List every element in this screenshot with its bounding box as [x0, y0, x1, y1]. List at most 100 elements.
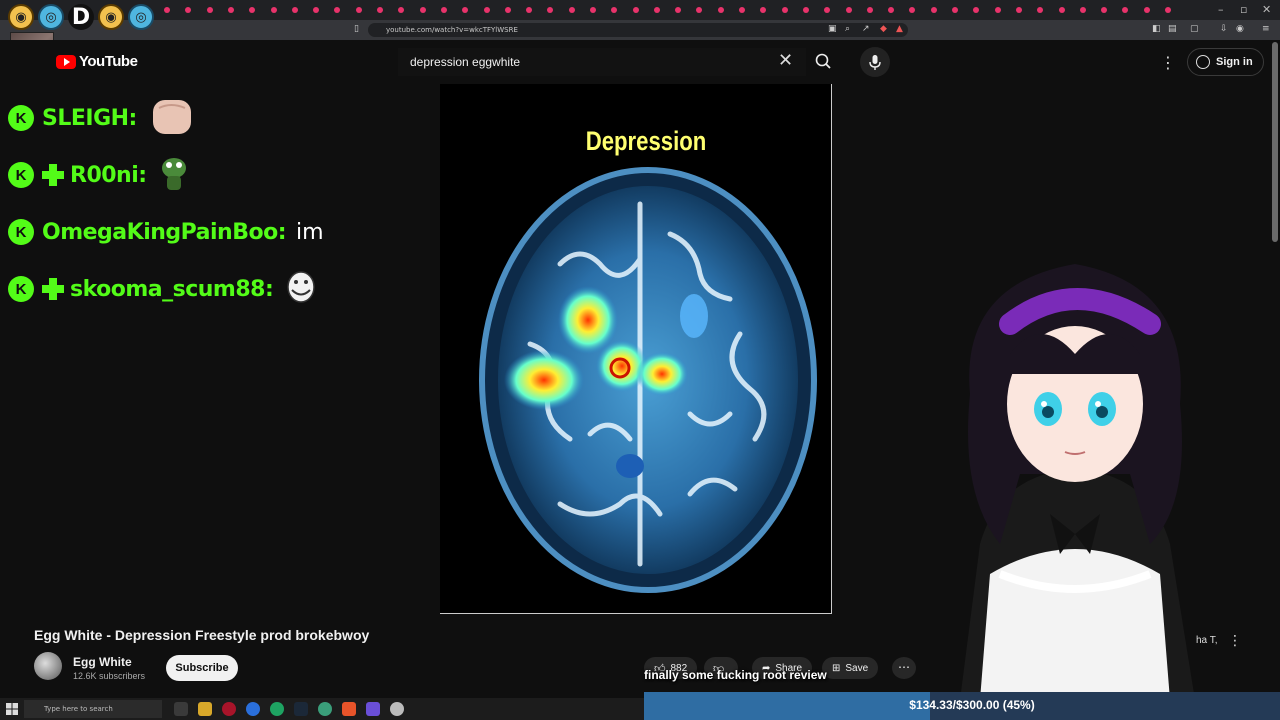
- browser-tab-icon[interactable]: [1059, 7, 1065, 13]
- more-options-icon[interactable]: ⋮: [1228, 633, 1242, 649]
- halo-emote-icon: ◎: [128, 4, 154, 30]
- dazed-emote-icon: ◉: [98, 4, 124, 30]
- browser-tab-icon[interactable]: [547, 7, 553, 13]
- browser-tab-icon[interactable]: [931, 7, 937, 13]
- browser-tab-icon[interactable]: [1101, 7, 1107, 13]
- browser-tab-icon[interactable]: [760, 7, 766, 13]
- browser-tab-icon[interactable]: [1165, 7, 1171, 13]
- search-input[interactable]: depression eggwhite: [398, 48, 806, 76]
- maximize-icon[interactable]: ▫: [1240, 3, 1247, 16]
- browser-tab-icon[interactable]: [462, 7, 468, 13]
- browser-tab-icon[interactable]: [995, 7, 1001, 13]
- browser-tab-icon[interactable]: [526, 7, 532, 13]
- extensions-icon[interactable]: ◧: [1152, 24, 1161, 34]
- browser-tab-icon[interactable]: [654, 7, 660, 13]
- browser-tab-icon[interactable]: [782, 7, 788, 13]
- browser-tab-icon[interactable]: [398, 7, 404, 13]
- obs-icon[interactable]: [318, 702, 332, 716]
- browser-tab-icon[interactable]: [675, 7, 681, 13]
- browser-tab-icon[interactable]: [952, 7, 958, 13]
- chrome-icon[interactable]: [270, 702, 284, 716]
- clear-search-icon[interactable]: ✕: [778, 52, 793, 70]
- browser-tab-icon[interactable]: [867, 7, 873, 13]
- sign-in-button[interactable]: Sign in: [1187, 48, 1264, 76]
- more-actions-button[interactable]: ⋯: [892, 657, 916, 679]
- minimize-icon[interactable]: –: [1218, 3, 1224, 16]
- browser-tab-icon[interactable]: [292, 7, 298, 13]
- youtube-play-icon: [56, 54, 76, 69]
- browser-tab-icon[interactable]: [207, 7, 213, 13]
- browser-tab-icon[interactable]: [164, 7, 170, 13]
- browser-tab-icon[interactable]: [334, 7, 340, 13]
- taskbar-search-input[interactable]: Type here to search: [24, 700, 162, 718]
- browser-tab-icon[interactable]: [313, 7, 319, 13]
- browser-tab-icon[interactable]: [484, 7, 490, 13]
- browser-toolbar: ▯ youtube.com/watch?v=wkcTFYlWSRE ▣ ⌕ ↗ …: [0, 20, 1280, 40]
- browser-tab-icon[interactable]: [420, 7, 426, 13]
- youtube-logo[interactable]: YouTube: [56, 53, 138, 70]
- more-options-icon[interactable]: ⋮: [1160, 53, 1176, 72]
- browser-tab-icon[interactable]: [824, 7, 830, 13]
- browser-tab-icon[interactable]: [803, 7, 809, 13]
- browser-tab-icon[interactable]: [271, 7, 277, 13]
- browser-tab-icon[interactable]: [590, 7, 596, 13]
- browser-tab-icon[interactable]: [505, 7, 511, 13]
- cast-icon[interactable]: ▣: [828, 24, 837, 34]
- download-icon[interactable]: ⇩: [1220, 24, 1228, 34]
- browser-tab-icon[interactable]: [569, 7, 575, 13]
- dazed-emote-icon: ◉: [8, 4, 34, 30]
- channel-name[interactable]: Egg White: [73, 655, 132, 669]
- save-button[interactable]: ⊞ Save: [822, 657, 879, 679]
- browser-tab-icon[interactable]: [633, 7, 639, 13]
- browser-tab-icon[interactable]: [249, 7, 255, 13]
- app-icon[interactable]: [390, 702, 404, 716]
- browser-tab-icon[interactable]: [1122, 7, 1128, 13]
- subscriber-badge-icon: [42, 164, 64, 186]
- close-window-icon[interactable]: ✕: [1262, 3, 1271, 16]
- browser-tab-icon[interactable]: [1080, 7, 1086, 13]
- subscribe-button[interactable]: Subscribe: [166, 655, 238, 681]
- chat-username: SLEIGH:: [42, 105, 137, 131]
- browser-tab-icon[interactable]: [377, 7, 383, 13]
- address-bar[interactable]: youtube.com/watch?v=wkcTFYlWSRE: [368, 23, 908, 37]
- browser-tab-icon[interactable]: [973, 7, 979, 13]
- browser-tab-icon[interactable]: [846, 7, 852, 13]
- browser-tab-icon[interactable]: [1144, 7, 1150, 13]
- shield-icon[interactable]: ◆: [880, 24, 887, 34]
- zoom-icon[interactable]: ⌕: [845, 24, 850, 34]
- alert-icon[interactable]: ▲: [896, 24, 903, 34]
- channel-avatar[interactable]: [34, 652, 62, 680]
- wallet-icon[interactable]: ▢: [1190, 24, 1199, 34]
- task-view-icon[interactable]: [174, 702, 188, 716]
- video-player[interactable]: Depression: [440, 84, 832, 614]
- steam-icon[interactable]: [294, 702, 308, 716]
- menu-icon[interactable]: ≡: [1262, 24, 1270, 34]
- browser-tab-icon[interactable]: [739, 7, 745, 13]
- browser-tab-icon[interactable]: [356, 7, 362, 13]
- browser-tab-icon[interactable]: [718, 7, 724, 13]
- browser-tab-icon[interactable]: [1037, 7, 1043, 13]
- voice-search-button[interactable]: [860, 47, 890, 77]
- sidebar-icon[interactable]: ▤: [1168, 24, 1177, 34]
- stream-caption: finally some fucking root review: [644, 668, 827, 682]
- browser-tab-icon[interactable]: [185, 7, 191, 13]
- vtube-icon[interactable]: [366, 702, 380, 716]
- windows-start-icon[interactable]: [6, 703, 18, 715]
- kick-badge-icon: K: [8, 276, 34, 302]
- browser-tab-icon[interactable]: [228, 7, 234, 13]
- browser-tab-icon[interactable]: [696, 7, 702, 13]
- browser-tab-icon[interactable]: [1016, 7, 1022, 13]
- profile-icon[interactable]: ◉: [1236, 24, 1244, 34]
- browser-tab-icon[interactable]: [441, 7, 447, 13]
- brave-icon[interactable]: [342, 702, 356, 716]
- share-icon[interactable]: ↗: [862, 24, 870, 34]
- browser-tab-icon[interactable]: [909, 7, 915, 13]
- browser-tab-icon[interactable]: [611, 7, 617, 13]
- bookmark-icon[interactable]: ▯: [354, 24, 359, 34]
- browser-tab-icon[interactable]: [888, 7, 894, 13]
- search-button[interactable]: [808, 48, 840, 76]
- edge-icon[interactable]: [246, 702, 260, 716]
- file-explorer-icon[interactable]: [198, 702, 212, 716]
- opera-icon[interactable]: [222, 702, 236, 716]
- page-scrollbar[interactable]: [1272, 42, 1278, 242]
